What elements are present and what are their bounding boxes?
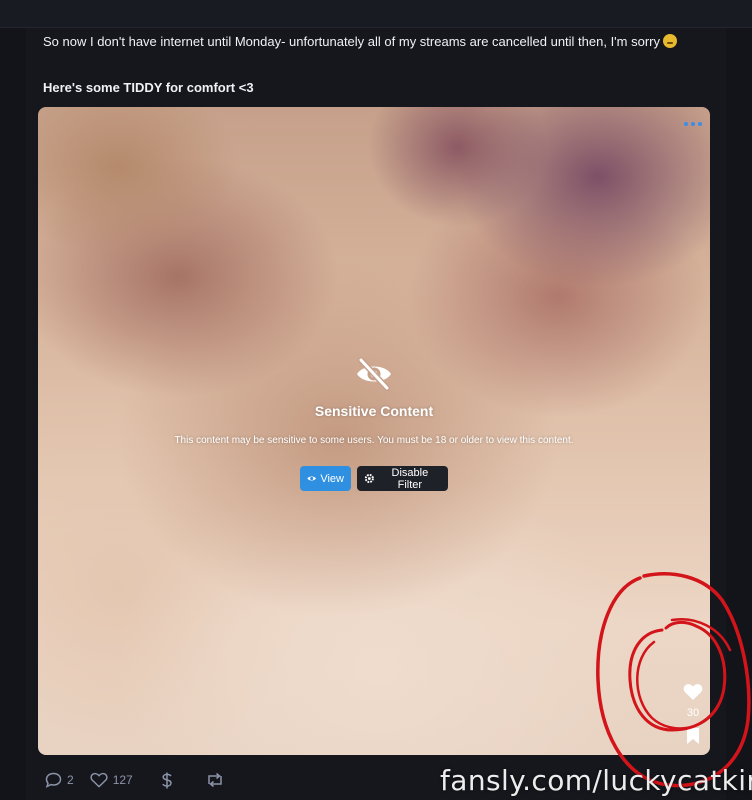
view-button[interactable]: View xyxy=(300,466,351,491)
repost-action[interactable] xyxy=(205,772,225,788)
comment-count: 2 xyxy=(67,773,74,787)
media-like-group: 30 xyxy=(682,683,704,745)
like-count: 127 xyxy=(112,773,133,787)
watermark: fansly.com/luckycatkira xyxy=(440,764,752,797)
heart-outline-icon xyxy=(90,772,108,788)
tip-action[interactable] xyxy=(161,772,173,789)
media-like-count: 30 xyxy=(686,707,700,719)
sensitive-description: This content may be sensitive to some us… xyxy=(174,435,574,446)
eye-slash-icon xyxy=(357,357,391,391)
post-text-line-1: So now I don't have internet until Monda… xyxy=(43,34,677,50)
view-button-label: View xyxy=(320,472,344,485)
repost-icon xyxy=(207,772,222,788)
heart-icon[interactable] xyxy=(683,683,703,701)
disable-filter-label: Disable Filter xyxy=(391,466,429,491)
sensitive-overlay: Sensitive Content This content may be se… xyxy=(38,357,710,491)
bookmark-icon[interactable] xyxy=(686,727,700,745)
like-action[interactable]: 127 xyxy=(90,772,133,788)
menu-dots-icon[interactable] xyxy=(684,121,702,127)
sensitive-title: Sensitive Content xyxy=(314,403,434,419)
comment-action[interactable]: 2 xyxy=(45,772,74,788)
eye-icon xyxy=(307,476,316,481)
post-actions: 2 127 xyxy=(45,771,225,789)
dollar-icon xyxy=(161,772,172,788)
comment-icon xyxy=(45,772,62,788)
sad-emoji-icon xyxy=(663,34,677,48)
post-text-line-2: Here's some TIDDY for comfort <3 xyxy=(43,80,254,95)
top-bar xyxy=(0,0,752,28)
gear-icon xyxy=(364,473,374,484)
disable-filter-button[interactable]: Disable Filter xyxy=(357,466,448,491)
blurred-media[interactable]: Sensitive Content This content may be se… xyxy=(38,107,710,755)
